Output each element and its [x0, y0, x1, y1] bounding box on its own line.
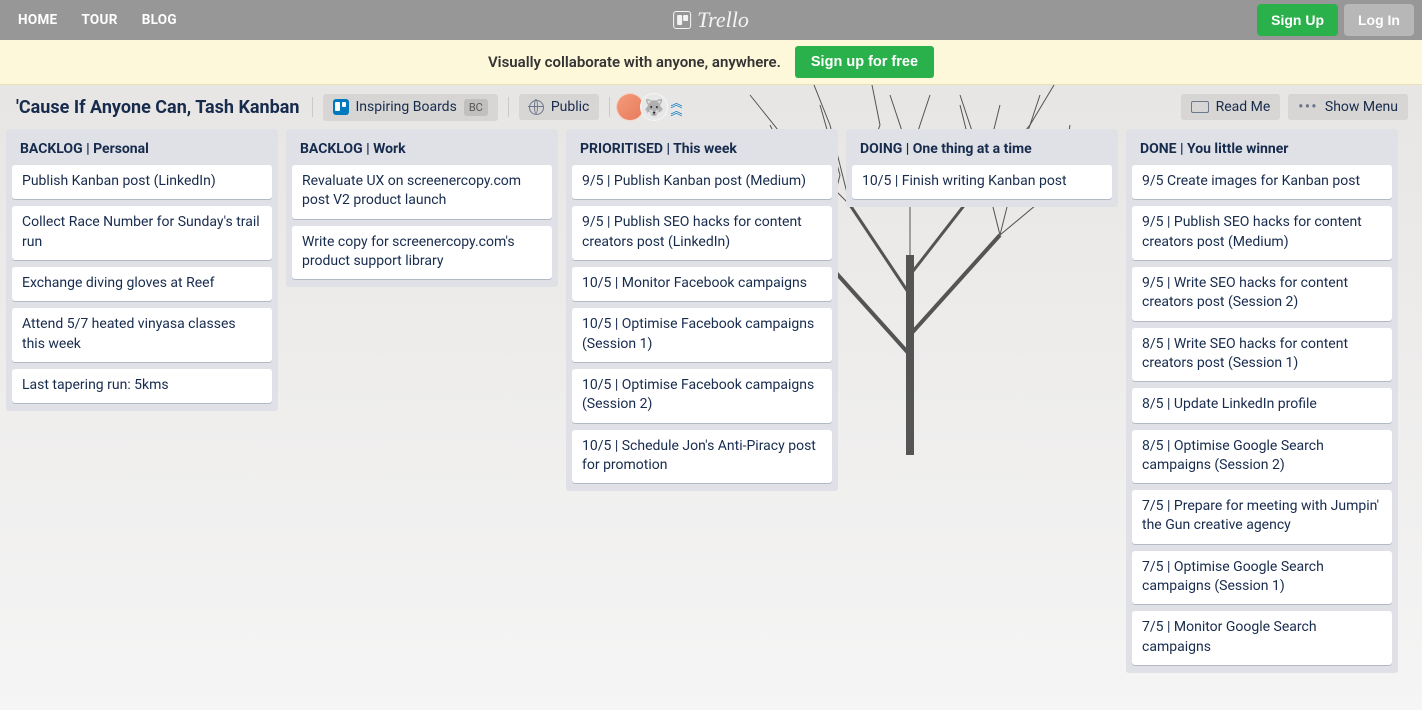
brand-logo[interactable]: Trello	[673, 7, 749, 33]
separator	[609, 97, 610, 117]
card[interactable]: Attend 5/7 heated vinyasa classes this w…	[12, 308, 272, 362]
card[interactable]: Exchange diving gloves at Reef	[12, 267, 272, 301]
globe-icon	[529, 100, 544, 115]
readme-button[interactable]: Read Me	[1181, 94, 1281, 120]
trello-board-icon	[333, 99, 349, 115]
card[interactable]: 10/5 | Optimise Facebook campaigns (Sess…	[572, 308, 832, 362]
card[interactable]: 9/5 | Publish SEO hacks for content crea…	[1132, 206, 1392, 260]
card[interactable]: 8/5 | Update LinkedIn profile	[1132, 388, 1392, 422]
brand-word: Trello	[697, 7, 749, 33]
promo-text: Visually collaborate with anyone, anywhe…	[488, 53, 781, 71]
card[interactable]: 10/5 | Optimise Facebook campaigns (Sess…	[572, 369, 832, 423]
list[interactable]: DOING | One thing at a time10/5 | Finish…	[846, 129, 1118, 207]
visibility-label: Public	[551, 99, 590, 115]
list[interactable]: DONE | You little winner9/5 Create image…	[1126, 129, 1398, 673]
readme-icon	[1191, 101, 1209, 113]
topnav-right: Sign Up Log In	[1257, 4, 1414, 36]
card[interactable]: Revaluate UX on screenercopy.com post V2…	[292, 165, 552, 219]
lists-container[interactable]: BACKLOG | PersonalPublish Kanban post (L…	[0, 129, 1422, 710]
promo-bar: Visually collaborate with anyone, anywhe…	[0, 40, 1422, 85]
list-title[interactable]: PRIORITISED | This week	[572, 137, 832, 165]
list-title[interactable]: BACKLOG | Personal	[12, 137, 272, 165]
show-menu-label: Show Menu	[1325, 99, 1398, 115]
team-badge: BC	[464, 99, 488, 116]
card[interactable]: Last tapering run: 5kms	[12, 369, 272, 403]
board-title[interactable]: 'Cause If Anyone Can, Tash Kanban	[14, 93, 302, 122]
card[interactable]: Write copy for screenercopy.com's produc…	[292, 226, 552, 280]
card[interactable]: 8/5 | Write SEO hacks for content creato…	[1132, 328, 1392, 382]
list-title[interactable]: DONE | You little winner	[1132, 137, 1392, 165]
promo-signup-button[interactable]: Sign up for free	[795, 46, 934, 78]
chevron-stack-icon: ︽︽	[670, 99, 682, 116]
member-avatars[interactable]: 🐺 ︽︽	[620, 93, 682, 121]
separator	[312, 97, 313, 117]
list[interactable]: BACKLOG | PersonalPublish Kanban post (L…	[6, 129, 278, 411]
card[interactable]: 9/5 | Write SEO hacks for content creato…	[1132, 267, 1392, 321]
login-button[interactable]: Log In	[1344, 4, 1414, 36]
list-title[interactable]: BACKLOG | Work	[292, 137, 552, 165]
nav-tour[interactable]: TOUR	[71, 6, 127, 34]
signup-button[interactable]: Sign Up	[1257, 4, 1338, 36]
team-chip[interactable]: Inspiring Boards BC	[323, 94, 498, 121]
card[interactable]: 9/5 Create images for Kanban post	[1132, 165, 1392, 199]
nav-blog[interactable]: BLOG	[132, 6, 187, 34]
nav-home[interactable]: HOME	[8, 6, 67, 34]
card[interactable]: 10/5 | Monitor Facebook campaigns	[572, 267, 832, 301]
card[interactable]: 9/5 | Publish SEO hacks for content crea…	[572, 206, 832, 260]
trello-board-icon	[673, 11, 691, 29]
list[interactable]: PRIORITISED | This week9/5 | Publish Kan…	[566, 129, 838, 491]
list-title[interactable]: DOING | One thing at a time	[852, 137, 1112, 165]
card[interactable]: 7/5 | Prepare for meeting with Jumpin' t…	[1132, 490, 1392, 544]
card[interactable]: 10/5 | Schedule Jon's Anti-Piracy post f…	[572, 430, 832, 484]
card[interactable]: Publish Kanban post (LinkedIn)	[12, 165, 272, 199]
show-menu-button[interactable]: ••• Show Menu	[1288, 94, 1408, 120]
top-navbar: HOME TOUR BLOG Trello Sign Up Log In	[0, 0, 1422, 40]
readme-label: Read Me	[1216, 99, 1271, 115]
avatar[interactable]: 🐺	[640, 93, 668, 121]
separator	[508, 97, 509, 117]
board-header: 'Cause If Anyone Can, Tash Kanban Inspir…	[0, 85, 1422, 129]
card[interactable]: 10/5 | Finish writing Kanban post	[852, 165, 1112, 199]
list[interactable]: BACKLOG | WorkRevaluate UX on screenerco…	[286, 129, 558, 287]
card[interactable]: Collect Race Number for Sunday's trail r…	[12, 206, 272, 260]
topnav-left: HOME TOUR BLOG	[8, 6, 187, 34]
board-header-right: Read Me ••• Show Menu	[1181, 94, 1408, 120]
visibility-chip[interactable]: Public	[519, 94, 600, 120]
card[interactable]: 7/5 | Optimise Google Search campaigns (…	[1132, 551, 1392, 605]
card[interactable]: 7/5 | Monitor Google Search campaigns	[1132, 611, 1392, 665]
team-label: Inspiring Boards	[356, 99, 457, 115]
card[interactable]: 9/5 | Publish Kanban post (Medium)	[572, 165, 832, 199]
card[interactable]: 8/5 | Optimise Google Search campaigns (…	[1132, 430, 1392, 484]
dots-horizontal-icon: •••	[1298, 99, 1318, 115]
board-area: 'Cause If Anyone Can, Tash Kanban Inspir…	[0, 85, 1422, 710]
